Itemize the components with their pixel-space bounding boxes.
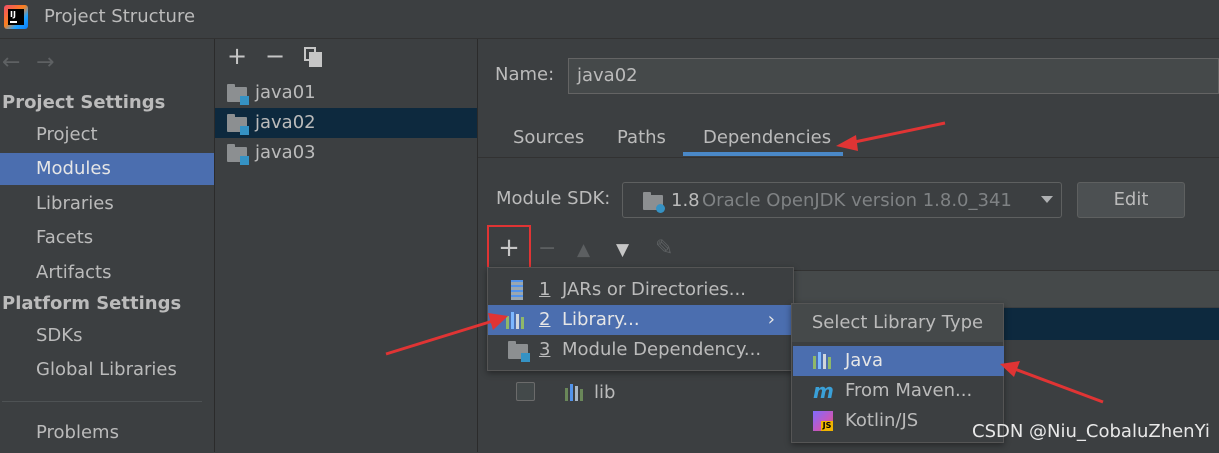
- watermark: CSDN @Niu_CobaluZhenYi: [972, 421, 1210, 442]
- annotation-arrows: [385, 121, 1104, 404]
- annotation-arrow-dependencies: [844, 121, 946, 146]
- annotation-arrow-java: [1011, 366, 1104, 404]
- annotation-arrowhead-java: [1000, 361, 1020, 377]
- annotation-arrowhead-library: [488, 313, 508, 330]
- annotation-arrowhead-dependencies: [836, 135, 858, 151]
- annotation-arrow-library: [385, 318, 497, 356]
